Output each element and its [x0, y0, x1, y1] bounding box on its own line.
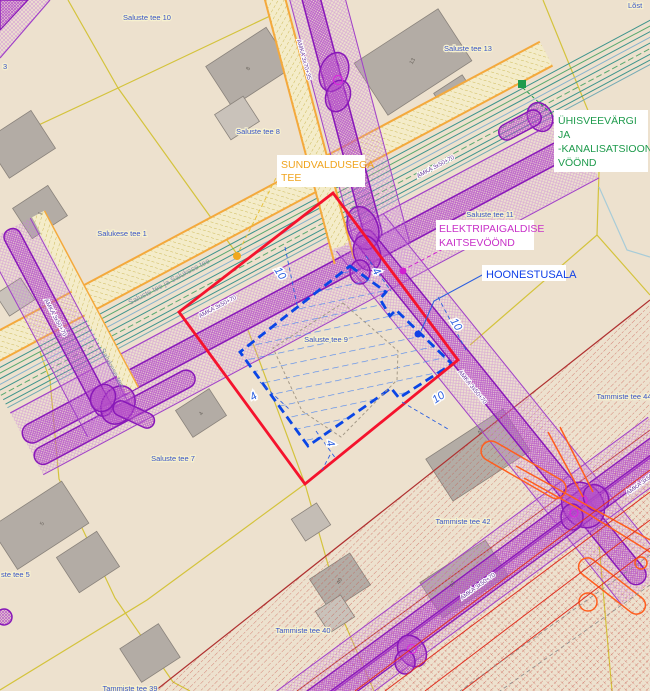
water-point-marker [518, 80, 526, 88]
elektripaigaldise-label: ELEKTRIPAIGALDISE [439, 223, 544, 235]
parcel-label-saluste-tee-10: Saluste tee 10 [123, 13, 171, 22]
map-drawing: SUNDVALDUSEGA TEE ELEKTRIPAIGALDISE KAIT… [0, 0, 650, 691]
parcel-label-saluste-tee-9: Saluste tee 9 [304, 335, 348, 344]
sundvaldusega-tee-label: SUNDVALDUSEGA [281, 159, 374, 171]
parcel-label-salukese-tee-1: Salukese tee 1 [97, 229, 147, 238]
parcel-label-tammiste-tee-39: Tammiste tee 39 [102, 684, 157, 691]
parcel-label-saluste-tee-8: Saluste tee 8 [236, 127, 280, 136]
yhisveevargi-label2: JA [558, 129, 570, 141]
road-point-marker [233, 252, 241, 260]
parcel-label-edge-3: 3 [3, 62, 7, 71]
parcel-label-saluste-tee-11: Saluste tee 11 [466, 210, 513, 219]
parcel-label-saluste-tee-7: Saluste tee 7 [151, 454, 195, 463]
hoonestusala-point-marker [415, 331, 422, 338]
elektripaigaldise-label2: KAITSEVÖÖND [439, 237, 515, 249]
hoonestusala-label: HOONESTUSALA [486, 269, 577, 281]
yhisveevargi-label: ÜHISVEEVÄRGI [558, 115, 637, 127]
parcel-label-saluste-tee-5: ste tee 5 [1, 570, 30, 579]
cable-point-marker [400, 268, 407, 275]
sundvaldusega-tee-label2: TEE [281, 172, 301, 184]
parcel-label-edge-lost: Lõst [628, 1, 643, 10]
parcel-label-tammiste-tee-40: Tammiste tee 40 [275, 626, 330, 635]
parcel-label-tammiste-tee-44: Tammiste tee 44 [596, 392, 650, 401]
yhisveevargi-label3: -KANALISATSIOONI [558, 143, 650, 155]
planning-map-canvas[interactable]: SUNDVALDUSEGA TEE ELEKTRIPAIGALDISE KAIT… [0, 0, 650, 691]
parcel-label-tammiste-tee-42: Tammiste tee 42 [435, 517, 490, 526]
parcel-label-saluste-tee-13: Saluste tee 13 [444, 44, 492, 53]
yhisveevargi-label4: VÖÖND [558, 157, 597, 169]
